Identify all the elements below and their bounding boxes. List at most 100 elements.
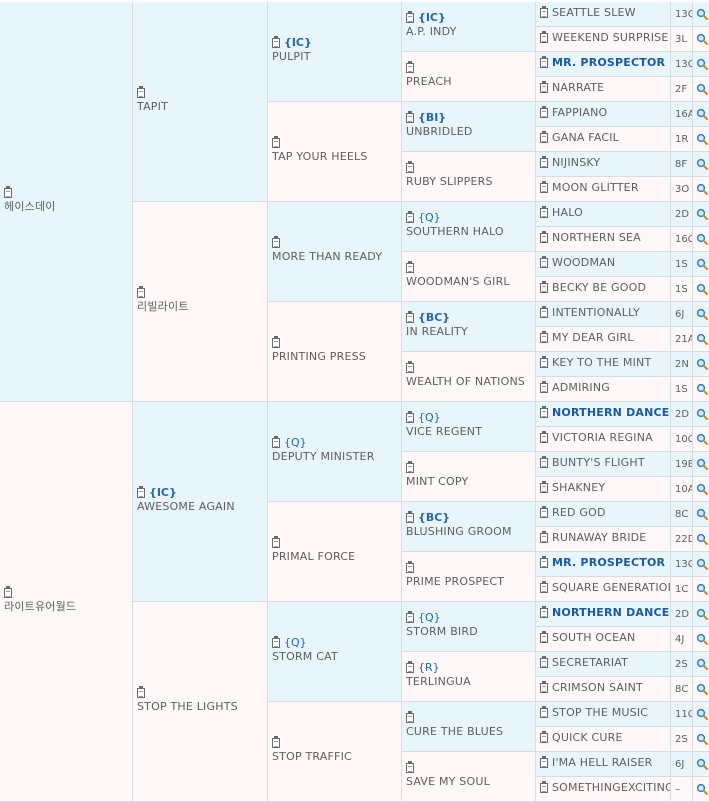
- horse-name[interactable]: WOODMAN: [552, 256, 615, 270]
- clipboard-icon[interactable]: [540, 106, 548, 118]
- search-icon[interactable]: [696, 258, 708, 270]
- clipboard-icon[interactable]: [540, 156, 548, 168]
- clipboard-icon[interactable]: [540, 506, 548, 518]
- search-icon[interactable]: [696, 658, 708, 670]
- dosage-badge[interactable]: {IC}: [418, 11, 446, 24]
- horse-name[interactable]: AWESOME AGAIN: [137, 500, 265, 514]
- clipboard-icon[interactable]: [540, 681, 548, 693]
- clipboard-icon[interactable]: [272, 235, 280, 248]
- search-button[interactable]: [693, 752, 709, 777]
- horse-name[interactable]: MR. PROSPECTOR: [552, 556, 665, 570]
- horse-name[interactable]: WEALTH OF NATIONS: [406, 375, 533, 389]
- horse-name[interactable]: ADMIRING: [552, 381, 610, 395]
- clipboard-icon[interactable]: [406, 210, 414, 223]
- search-button[interactable]: [693, 427, 709, 452]
- search-icon[interactable]: [696, 433, 708, 445]
- horse-name[interactable]: SQUARE GENERATION: [552, 581, 670, 595]
- search-button[interactable]: [693, 577, 709, 602]
- clipboard-icon[interactable]: [540, 706, 548, 718]
- search-icon[interactable]: [696, 708, 708, 720]
- horse-name[interactable]: MR. PROSPECTOR: [552, 56, 665, 70]
- clipboard-icon[interactable]: [272, 135, 280, 148]
- clipboard-icon[interactable]: [540, 781, 548, 793]
- horse-name[interactable]: SEATTLE SLEW: [552, 6, 636, 20]
- horse-name[interactable]: PRINTING PRESS: [272, 350, 399, 364]
- search-button[interactable]: [693, 252, 709, 277]
- horse-name[interactable]: STORM BIRD: [406, 625, 533, 639]
- horse-name[interactable]: PRIME PROSPECT: [406, 575, 533, 589]
- horse-name[interactable]: SOUTH OCEAN: [552, 631, 635, 645]
- search-button[interactable]: [693, 552, 709, 577]
- horse-name[interactable]: PREACH: [406, 75, 533, 89]
- search-button[interactable]: [693, 102, 709, 127]
- search-button[interactable]: [693, 227, 709, 252]
- horse-name[interactable]: SOUTHERN HALO: [406, 225, 533, 239]
- horse-name[interactable]: NORTHERN DANCER: [552, 606, 670, 620]
- horse-name[interactable]: DEPUTY MINISTER: [272, 450, 399, 464]
- clipboard-icon[interactable]: [406, 710, 414, 723]
- clipboard-icon[interactable]: [4, 585, 12, 598]
- horse-name[interactable]: NIJINSKY: [552, 156, 600, 170]
- clipboard-icon[interactable]: [272, 435, 280, 448]
- search-button[interactable]: [693, 127, 709, 152]
- horse-name[interactable]: PRIMAL FORCE: [272, 550, 399, 564]
- horse-name[interactable]: MORE THAN READY: [272, 250, 399, 264]
- clipboard-icon[interactable]: [406, 10, 414, 23]
- horse-name[interactable]: BECKY BE GOOD: [552, 281, 646, 295]
- clipboard-icon[interactable]: [540, 731, 548, 743]
- search-icon[interactable]: [696, 483, 708, 495]
- clipboard-icon[interactable]: [406, 110, 414, 123]
- clipboard-icon[interactable]: [540, 131, 548, 143]
- search-icon[interactable]: [696, 758, 708, 770]
- horse-name[interactable]: BUNTY'S FLIGHT: [552, 456, 645, 470]
- search-button[interactable]: [693, 302, 709, 327]
- clipboard-icon[interactable]: [272, 735, 280, 748]
- search-button[interactable]: [693, 677, 709, 702]
- search-icon[interactable]: [696, 383, 708, 395]
- dosage-badge[interactable]: {IC}: [284, 36, 312, 49]
- clipboard-icon[interactable]: [540, 431, 548, 443]
- clipboard-icon[interactable]: [540, 81, 548, 93]
- clipboard-icon[interactable]: [406, 160, 414, 173]
- clipboard-icon[interactable]: [540, 456, 548, 468]
- horse-name[interactable]: HALO: [552, 206, 583, 220]
- clipboard-icon[interactable]: [540, 406, 548, 418]
- clipboard-icon[interactable]: [540, 656, 548, 668]
- clipboard-icon[interactable]: [406, 610, 414, 623]
- clipboard-icon[interactable]: [540, 581, 548, 593]
- horse-name[interactable]: 리빌라이트: [137, 300, 265, 314]
- dosage-badge[interactable]: {Q}: [418, 211, 441, 224]
- horse-name[interactable]: VICE REGENT: [406, 425, 533, 439]
- horse-name[interactable]: NORTHERN DANCER: [552, 406, 670, 420]
- search-icon[interactable]: [696, 358, 708, 370]
- search-icon[interactable]: [696, 308, 708, 320]
- horse-name[interactable]: TERLINGUA: [406, 675, 533, 689]
- clipboard-icon[interactable]: [540, 556, 548, 568]
- clipboard-icon[interactable]: [540, 206, 548, 218]
- clipboard-icon[interactable]: [540, 256, 548, 268]
- clipboard-icon[interactable]: [540, 231, 548, 243]
- clipboard-icon[interactable]: [272, 335, 280, 348]
- clipboard-icon[interactable]: [540, 6, 548, 18]
- search-button[interactable]: [693, 77, 709, 102]
- clipboard-icon[interactable]: [406, 360, 414, 373]
- search-icon[interactable]: [696, 108, 708, 120]
- clipboard-icon[interactable]: [137, 485, 145, 498]
- horse-name[interactable]: INTENTIONALLY: [552, 306, 640, 320]
- dosage-badge[interactable]: {BI}: [418, 111, 446, 124]
- clipboard-icon[interactable]: [272, 535, 280, 548]
- horse-name[interactable]: MINT COPY: [406, 475, 533, 489]
- horse-name[interactable]: BLUSHING GROOM: [406, 525, 533, 539]
- clipboard-icon[interactable]: [406, 310, 414, 323]
- horse-name[interactable]: RUBY SLIPPERS: [406, 175, 533, 189]
- horse-name[interactable]: 헤이스데이: [4, 200, 130, 214]
- horse-name[interactable]: CURE THE BLUES: [406, 725, 533, 739]
- search-icon[interactable]: [696, 608, 708, 620]
- horse-name[interactable]: NORTHERN SEA: [552, 231, 641, 245]
- search-button[interactable]: [693, 52, 709, 77]
- clipboard-icon[interactable]: [540, 481, 548, 493]
- clipboard-icon[interactable]: [406, 410, 414, 423]
- clipboard-icon[interactable]: [540, 531, 548, 543]
- clipboard-icon[interactable]: [540, 356, 548, 368]
- search-button[interactable]: [693, 202, 709, 227]
